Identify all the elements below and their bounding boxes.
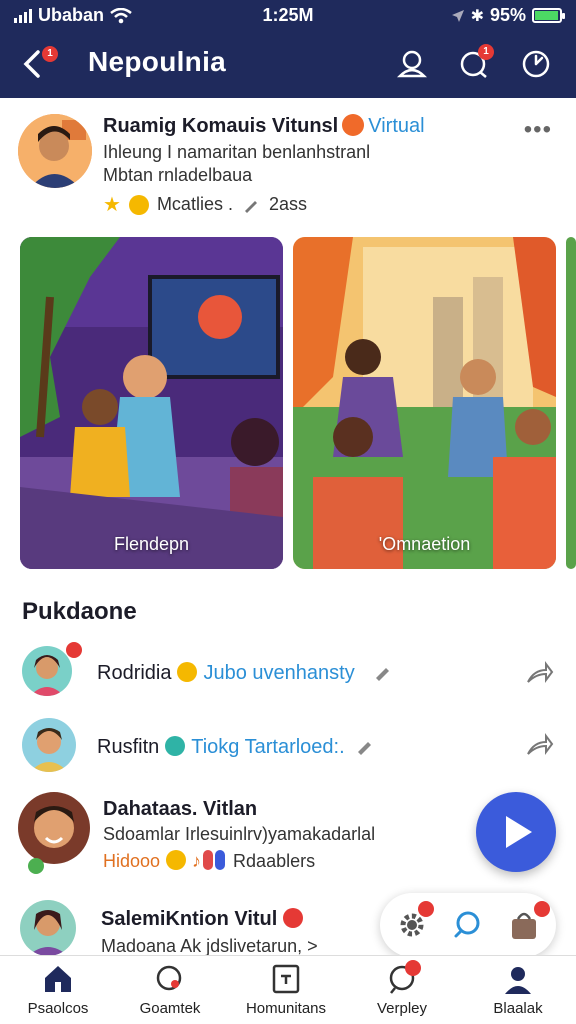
list-item-title: SalemiKntion Vitul (101, 908, 309, 931)
store-button[interactable] (504, 901, 550, 945)
store-badge (534, 901, 550, 917)
profile-tag: Virtual (368, 115, 425, 137)
chat-button[interactable]: 1 (454, 44, 494, 84)
list-item-description: Sdoamlar Irlesuinlrv)yamakadarlal (103, 824, 376, 844)
avatar[interactable] (20, 900, 76, 956)
tag-icon (203, 850, 214, 870)
play-button[interactable] (476, 792, 556, 872)
battery-percent: 95% (489, 5, 526, 25)
share-icon[interactable] (524, 658, 554, 688)
battery-icon (532, 8, 565, 23)
list-item-meta: Hidooo ♪ Rdaablers (103, 850, 316, 871)
tag-icon (215, 850, 226, 870)
chat-bubble-icon (156, 965, 182, 991)
star-icon: ★ (103, 194, 121, 216)
top-bar: Ubaban 1:25M ✱ 95% 1 Nepoulnia 1 (0, 0, 576, 98)
tab-profile[interactable]: Blaalak (463, 962, 573, 1017)
quick-actions-tray (380, 893, 556, 957)
tab-label: Blaalak (493, 1000, 543, 1017)
tab-communities[interactable]: Homunitans (231, 962, 341, 1017)
list-item-title: Dahataas. Vitlan (103, 798, 258, 820)
page-title: Nepoulnia (88, 46, 227, 77)
tab-replay[interactable]: Verpley (347, 960, 457, 1017)
profile-card[interactable]: Ruamig Komauis Vitunsl Virtual Ihleung I … (0, 98, 576, 228)
fire-badge-icon (342, 114, 365, 136)
share-icon[interactable] (524, 730, 554, 760)
chat-badge: 1 (478, 44, 494, 60)
avatar[interactable] (22, 646, 72, 696)
meta-count: 2ass (268, 194, 307, 214)
status-bar: Ubaban 1:25M ✱ 95% (0, 0, 576, 32)
list-item[interactable]: Rodridia Jubo uvenhansty (0, 640, 576, 702)
status-icon (165, 736, 186, 756)
featured-card[interactable]: Flendepn (20, 237, 283, 569)
settings-button[interactable] (392, 901, 434, 945)
search-button[interactable] (448, 905, 488, 945)
music-note-icon: ♪ (192, 851, 202, 871)
coin-icon (177, 662, 198, 682)
tab-chat[interactable]: Goamtek (115, 962, 225, 1017)
activity-button[interactable] (516, 44, 556, 84)
card-label: 'Omnaetion (378, 534, 471, 554)
tab-places[interactable]: Psaolcos (3, 962, 113, 1017)
bluetooth-icon: ✱ (470, 7, 484, 25)
online-badge (28, 858, 44, 874)
nav-bar: 1 Nepoulnia 1 (0, 40, 576, 88)
list-item-description: Madoana Ak jdslivetarun, > (101, 936, 318, 956)
pencil-icon (358, 742, 372, 755)
avatar[interactable] (18, 792, 90, 864)
avatar[interactable] (18, 114, 92, 188)
online-badge (66, 642, 82, 658)
featured-card[interactable]: 'Omnaetion (293, 237, 556, 569)
tab-bar: Psaolcos Goamtek Homunitans Verpley Blaa… (0, 955, 576, 1024)
avatar[interactable] (22, 718, 76, 772)
apple-badge-icon (283, 908, 304, 928)
profile-button[interactable] (392, 44, 432, 84)
tab-badge (405, 960, 421, 976)
next-card-peek[interactable] (566, 237, 576, 569)
list-item-title: Rodridia Jubo uvenhansty (97, 662, 394, 685)
play-icon (506, 816, 532, 848)
card-label: Flendepn (113, 534, 190, 554)
search-icon (454, 911, 480, 938)
home-icon (45, 966, 71, 992)
location-icon (451, 9, 464, 22)
tab-label: Verpley (376, 1000, 428, 1017)
pencil-icon (244, 200, 257, 213)
pencil-icon (376, 668, 390, 681)
card-illustration (20, 237, 283, 569)
list-item-title: Rusfitn Tiokg Tartarloed:. (97, 736, 376, 759)
card-illustration (293, 237, 556, 569)
board-icon (272, 964, 300, 994)
list-item[interactable]: Rusfitn Tiokg Tartarloed:. (0, 714, 576, 776)
profile-meta: ★ Mcatlies . 2ass (103, 192, 307, 217)
tab-label: Goamtek (139, 1000, 201, 1017)
meta-label: Mcatlies . (156, 194, 233, 214)
user-icon (396, 50, 428, 78)
coin-icon (128, 194, 149, 215)
profile-subdescription: Mbtan rnladelbaua (103, 165, 253, 185)
profile-name: Ruamig Komauis Vitunsl Virtual (103, 114, 425, 137)
back-button[interactable]: 1 (18, 44, 58, 84)
notification-badge: 1 (42, 46, 58, 62)
coin-icon (166, 850, 187, 870)
more-options-button[interactable]: ••• (524, 116, 552, 144)
compass-icon (522, 50, 550, 78)
tab-label: Homunitans (245, 1000, 327, 1017)
user-icon (505, 967, 531, 994)
profile-description: Ihleung I namaritan benlanhstranl (103, 142, 371, 162)
settings-badge (418, 901, 434, 917)
section-title: Pukdaone (22, 598, 137, 625)
tab-label: Psaolcos (27, 1000, 89, 1017)
